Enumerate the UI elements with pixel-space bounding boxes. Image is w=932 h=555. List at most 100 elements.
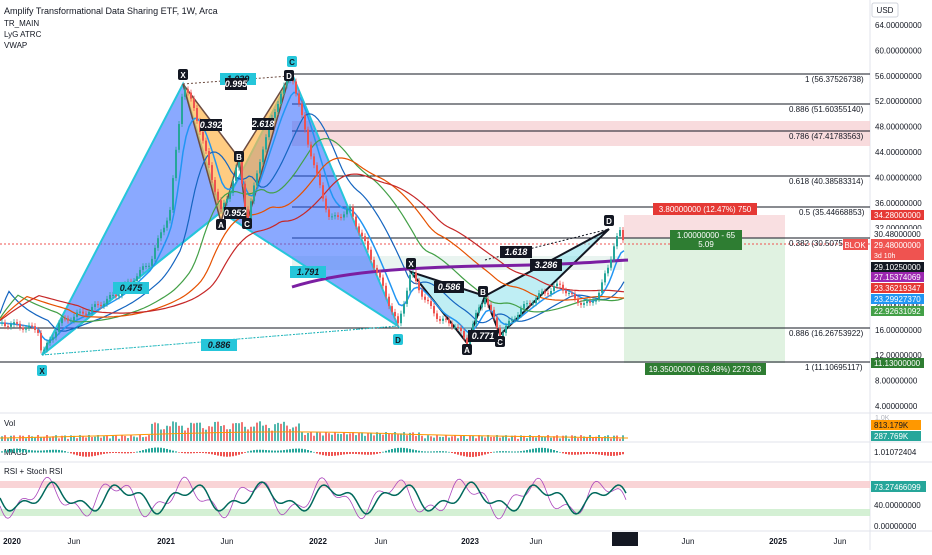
candle-body [541,291,543,294]
indicator-label-0[interactable]: TR_MAIN [4,19,39,28]
volume-bar [544,436,546,441]
price-tick-2: 56.00000000 [875,72,922,81]
volume-bar [340,434,342,441]
fib-label-5: 0.382 (30.50753) [789,239,850,248]
macd-bar [67,451,69,453]
lower-point-x: X [408,260,414,269]
candle-body [349,207,351,210]
position-center-label-2: 5.09 [698,240,714,249]
candle-body [28,325,30,328]
volume-bar [436,435,438,441]
volume-bar [205,429,207,441]
macd-bar [394,448,396,453]
candle-body [613,246,615,260]
macd-bar [433,451,435,453]
indicator-label-1[interactable]: LyG ATRC [4,30,42,39]
macd-bar [118,452,120,454]
volume-bar [223,425,225,441]
position-target-zone[interactable] [624,238,785,363]
time-label-4: 2022 [309,537,327,546]
candle-body [448,319,450,324]
candle-body [352,207,354,217]
macd-bar [142,450,144,453]
macd-bar [292,448,294,453]
candle-body [388,296,390,307]
volume-bar [301,432,303,441]
macd-bar [265,450,267,453]
fib-label-7: 1 (11.10695117) [805,363,863,372]
candle-body [226,198,228,203]
candle-body [187,89,189,93]
macd-bar [331,452,333,456]
candle-body [73,316,75,321]
volume-bar [508,438,510,441]
price-tag-3: 3d 10h [874,253,896,260]
candle-body [619,230,621,237]
macd-bar [415,450,417,453]
volume-bar [121,435,123,441]
volume-bar [370,432,372,441]
candle-body [460,328,462,332]
macd-bar [160,447,162,453]
chart-title: Amplify Transformational Data Sharing ET… [4,6,218,16]
candle-body [214,179,216,192]
chart-window[interactable]: 1 (56.37526738) 0.886 (51.60355140) 0.786 … [0,0,932,550]
macd-bar [592,452,594,454]
macd-bar [196,452,198,454]
gartley-point-b: B [236,153,242,162]
candle-body [304,115,306,130]
macd-bar [178,452,180,453]
macd-bar [460,452,462,456]
time-label-7: Jun [530,537,543,546]
volume-bar [241,422,243,441]
volume-bar [388,433,390,441]
candle-body [535,298,537,304]
macd-bar [553,450,555,453]
volume-bar [421,435,423,441]
time-label-1: Jun [68,537,81,546]
indicator-label-2[interactable]: VWAP [4,41,27,50]
price-tag-9: 11.13000000 [874,359,921,368]
macd-bar [289,449,291,453]
volume-bar [439,436,441,441]
volume-bar [115,435,117,441]
volume-bar [610,438,612,441]
volume-bar [19,435,21,441]
macd-bar [469,452,471,457]
volume-bar [571,435,573,441]
price-tick-3: 52.00000000 [875,97,922,106]
candle-body [409,274,411,291]
chart-canvas[interactable]: 1 (56.37526738) 0.886 (51.60355140) 0.786 … [0,0,932,550]
candle-body [52,337,54,340]
macd-bar [37,450,39,453]
candle-body [34,326,36,330]
macd-bar [325,452,327,456]
volume-bar [229,429,231,441]
volume-bar [55,435,57,441]
volume-bar [406,435,408,441]
volume-bar [118,438,120,441]
macd-bar [46,450,48,453]
price-tick-12: 16.00000000 [875,326,922,335]
macd-bar [169,449,171,453]
macd-bar [34,450,36,453]
volume-bar [46,435,48,441]
candle-body [451,323,453,327]
candle-body [478,307,480,313]
volume-bar [526,438,528,441]
candle-body [286,80,288,86]
candle-body [205,140,207,152]
volume-bar [286,425,288,441]
macd-bar [28,449,30,453]
macd-bar [55,449,57,453]
macd-bar [574,452,576,455]
macd-bar [604,452,606,456]
macd-bar [94,452,96,456]
macd-bar [526,450,528,453]
candle-body [49,339,51,343]
volume-tag-1: 813.179K [874,421,909,430]
rsi-oversold-band [0,509,870,516]
volume-bar [58,438,60,441]
macd-bar [277,450,279,453]
candle-body [151,258,153,266]
